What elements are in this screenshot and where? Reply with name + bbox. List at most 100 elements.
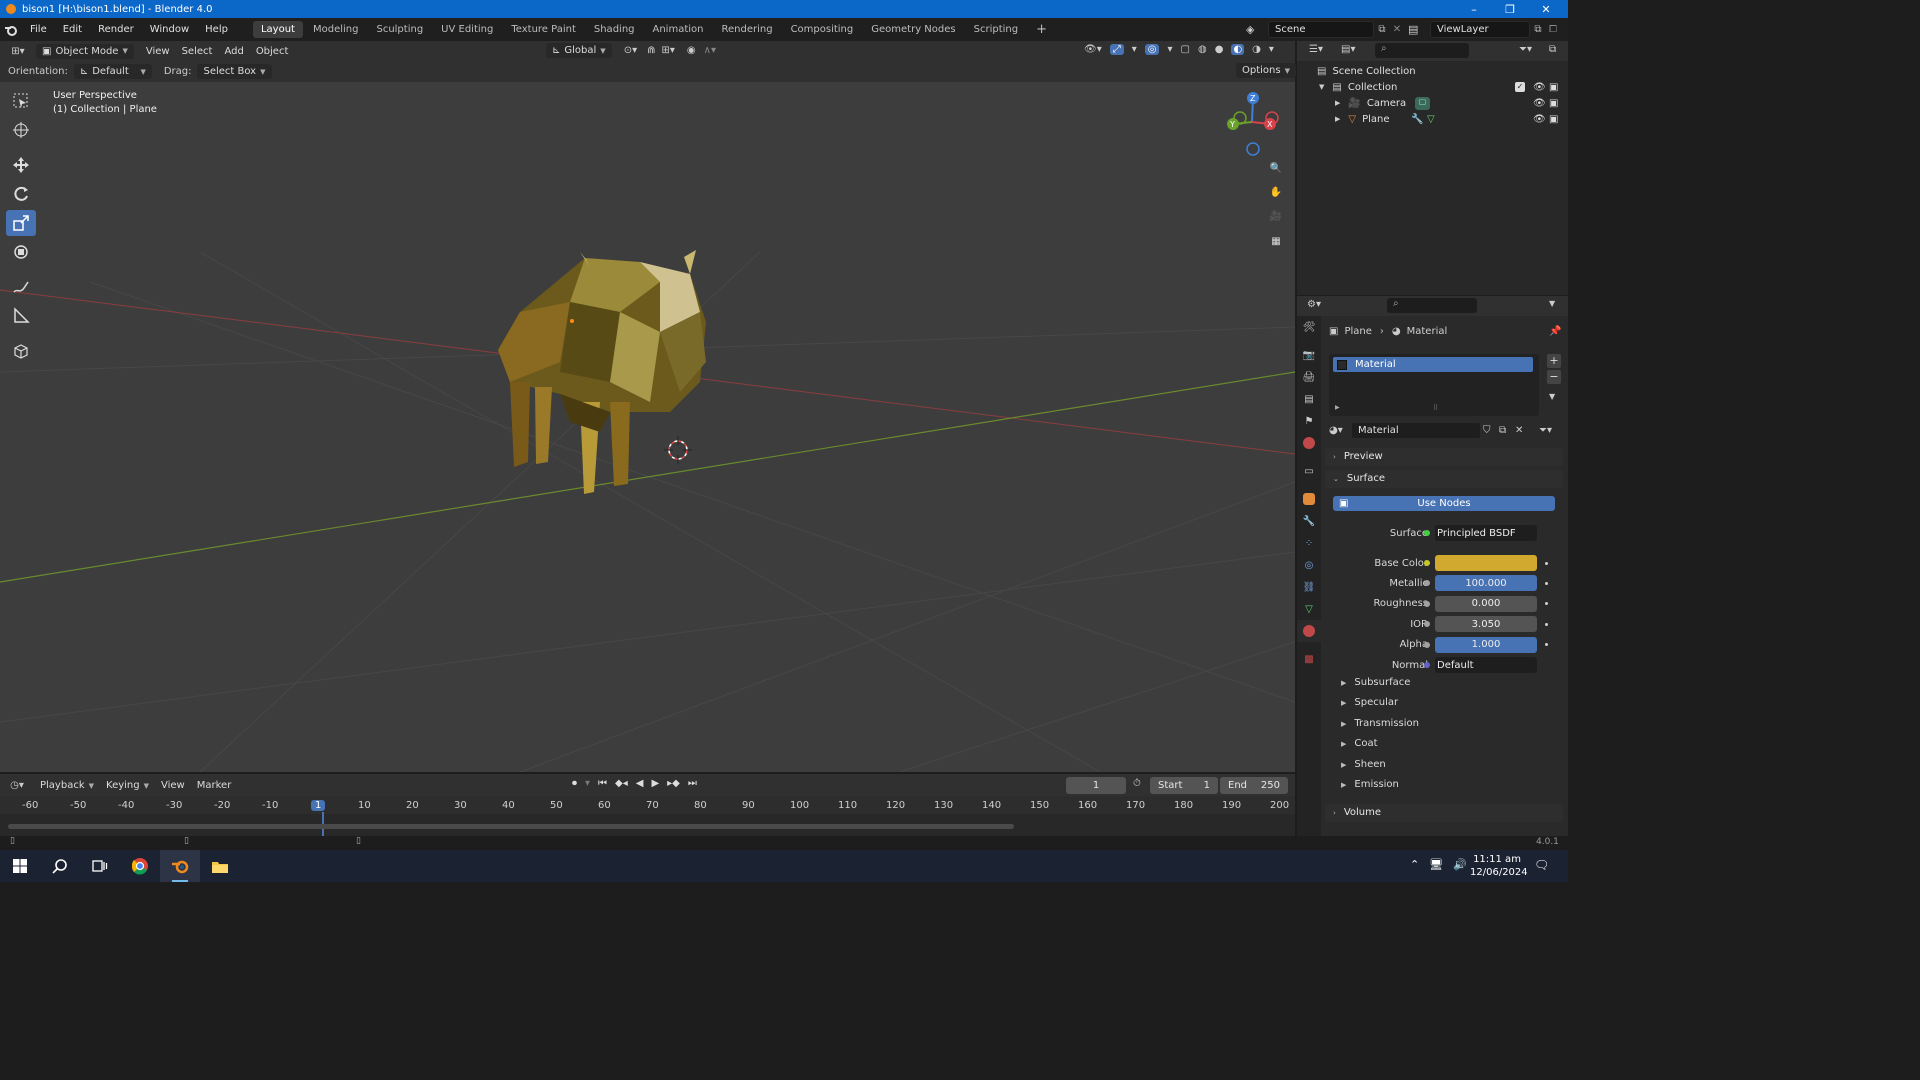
tab-tool[interactable]: 🛠 [1297,316,1321,338]
select-box-tool-icon[interactable] [6,88,36,114]
socket-icon[interactable] [1424,621,1430,628]
ortho-grid-icon[interactable]: ▦ [1265,230,1287,252]
timeline-view-menu[interactable]: View [155,778,191,793]
end-frame-field[interactable]: End 250 [1220,777,1288,794]
tab-rendering[interactable]: Rendering [713,21,780,38]
shading-dropdown-icon[interactable]: ▾ [1269,44,1274,55]
tab-animation[interactable]: Animation [645,21,712,38]
keyframe-dot-icon[interactable] [1545,602,1548,606]
input-field[interactable]: 100.000 [1435,575,1537,592]
transform-tool-icon[interactable] [6,239,36,265]
tab-world[interactable] [1297,432,1321,454]
outliner-editor-type-icon[interactable]: ☰▾ [1309,44,1323,55]
outliner-search-field[interactable]: ⌕ [1375,43,1469,58]
delete-viewlayer-icon[interactable]: ⧠ [1546,24,1560,35]
render-camera-icon[interactable]: ▣ [1549,82,1558,93]
tab-data[interactable]: ▽ [1297,598,1321,620]
tab-physics[interactable]: ◎ [1297,554,1321,576]
material-name-field[interactable]: Material [1351,421,1481,439]
minimize-button[interactable]: – [1456,0,1492,18]
keyframe-dot-icon[interactable] [1545,561,1548,565]
tab-modeling[interactable]: Modeling [305,21,367,38]
mode-dropdown[interactable]: ▣ Object Mode ▼ [36,43,134,59]
drag-dropdown[interactable]: Select Box ▼ [197,64,272,79]
properties-search-field[interactable]: ⌕ [1387,298,1477,313]
socket-icon[interactable] [1424,662,1430,668]
surface-shader-field[interactable]: Principled BSDF [1435,525,1537,541]
auto-keying-icon[interactable]: ⏺ [572,778,577,789]
task-view-icon[interactable] [80,850,120,882]
outliner-item-plane[interactable]: ▶ ▽ Plane 🔧 ▽ 👁 ▣ [1297,111,1568,127]
proportional-edit-icon[interactable]: ◉ [687,45,696,56]
tab-view-layer[interactable]: ▤ [1297,388,1321,410]
tab-shading[interactable]: Shading [586,21,643,38]
measure-tool-icon[interactable] [6,303,36,329]
new-scene-icon[interactable]: ⧉ [1374,24,1390,35]
socket-icon[interactable] [1424,580,1430,587]
camera-view-icon[interactable]: 🎥 [1265,205,1287,227]
tab-constraints[interactable]: ⛓ [1297,576,1321,598]
collection-checkbox[interactable]: ✓ [1515,82,1525,92]
close-button[interactable]: ✕ [1528,0,1564,18]
new-collection-icon[interactable]: ⧉ [1549,44,1556,55]
remove-slot-button[interactable]: − [1547,370,1561,384]
input-field[interactable] [1435,555,1537,571]
3d-cursor[interactable] [664,436,692,464]
scene-selector-icon[interactable]: ◈ [1246,23,1268,36]
new-viewlayer-icon[interactable]: ⧉ [1530,24,1546,35]
keying-dropdown-icon[interactable]: ▾ [585,778,590,789]
tab-render[interactable]: 📷 [1297,344,1321,366]
material-slot-item[interactable]: Material [1333,357,1533,372]
editor-type-icon[interactable]: ⊞▾ [0,46,36,57]
render-camera-icon[interactable]: ▣ [1549,114,1558,125]
timeline-marker-menu[interactable]: Marker [191,778,238,793]
subpanel-transmission[interactable]: ▶ Transmission [1341,718,1419,729]
start-frame-field[interactable]: Start 1 [1150,777,1218,794]
overlays-toggle-icon[interactable]: ◎ [1144,44,1160,55]
menu-object[interactable]: Object [250,44,295,59]
options-dropdown[interactable]: Options ▼ [1236,63,1296,78]
timeline-editor-type-icon[interactable]: ◷▾ [0,780,34,791]
volume-panel-header[interactable]: › Volume [1325,804,1563,822]
snap-icon[interactable]: ⋒ [647,45,655,56]
tab-material[interactable] [1297,620,1321,642]
3d-viewport[interactable]: User Perspective (1) Collection | Plane … [0,82,1295,772]
fake-user-shield-icon[interactable]: ⛉ [1483,425,1491,436]
search-icon[interactable] [40,850,80,882]
menu-window[interactable]: Window [142,24,197,35]
orientation-dropdown[interactable]: ⊾ Default ▼ [73,64,152,79]
pivot-point-icon[interactable]: ⊙▾ [624,45,637,56]
current-frame-field[interactable]: 1 [1066,777,1126,794]
timeline-scrollbar[interactable] [8,824,1014,829]
outliner-item-camera[interactable]: ▶ 🎥 Camera ▢ 👁 ▣ [1297,95,1568,111]
menu-select[interactable]: Select [176,44,219,59]
shading-wireframe-icon[interactable]: ◍ [1198,44,1207,55]
move-tool-icon[interactable] [6,152,36,178]
add-cube-tool-icon[interactable] [6,338,36,364]
expand-arrow-icon[interactable]: ▶ [1335,404,1340,411]
properties-options-icon[interactable]: ▼ [1549,299,1555,308]
frame-ruler[interactable]: -60 -50 -40 -30 -20 -10 1 10 20 30 40 50 60 70 80 90 100… [0,796,1295,814]
subpanel-subsurface[interactable]: ▶ Subsurface [1341,677,1410,688]
falloff-icon[interactable]: ∧▾ [704,45,716,56]
menu-file[interactable]: File [22,24,55,35]
socket-icon[interactable] [1424,641,1430,648]
pin-icon[interactable]: 📌 [1549,326,1561,337]
stopwatch-icon[interactable]: ⏱ [1133,778,1141,789]
next-keyframe-icon[interactable]: ▸◆ [667,778,680,789]
xray-toggle-icon[interactable]: ▢ [1181,44,1190,55]
render-camera-icon[interactable]: ▣ [1549,98,1558,109]
tab-uv-editing[interactable]: UV Editing [433,21,501,38]
notifications-icon[interactable]: 🗨 [1534,858,1549,872]
subpanel-coat[interactable]: ▶ Coat [1341,738,1378,749]
expand-arrow-icon[interactable]: ▶ [1335,115,1340,123]
visibility-eye-icon[interactable]: 👁 [1533,82,1546,93]
unlink-material-icon[interactable]: ✕ [1515,425,1523,436]
tab-texture-paint[interactable]: Texture Paint [503,21,584,38]
scale-tool-icon[interactable] [6,210,36,236]
shading-material-icon[interactable]: ◐ [1231,44,1245,55]
subpanel-sheen[interactable]: ▶ Sheen [1341,759,1386,770]
tab-modifiers[interactable]: 🔧 [1297,510,1321,532]
resize-handle-icon[interactable]: ⠿ [1433,404,1438,412]
tab-compositing[interactable]: Compositing [783,21,862,38]
